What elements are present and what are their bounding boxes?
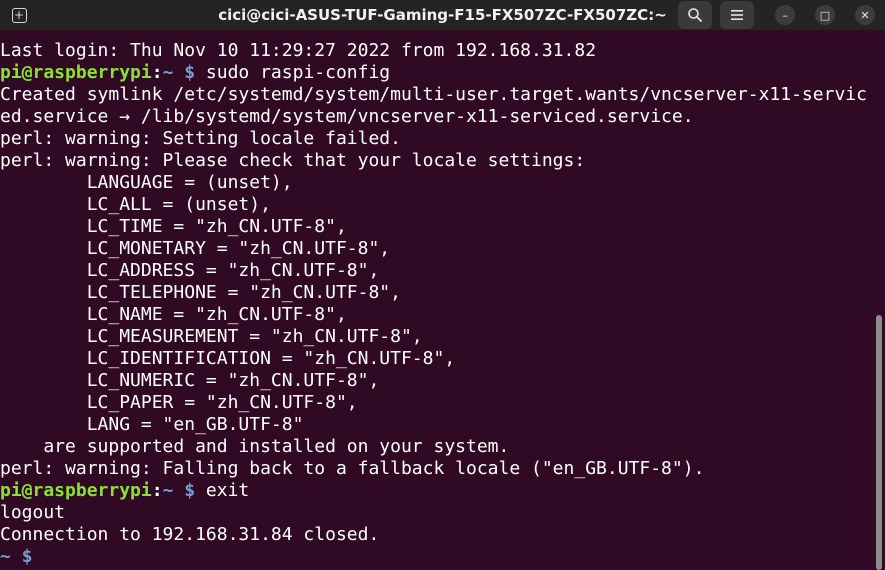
terminal-line: LC_TIME = "zh_CN.UTF-8",: [0, 216, 867, 238]
terminal-line: are supported and installed on your syst…: [0, 436, 867, 458]
line-text: logout: [0, 502, 66, 523]
line-text: LC_ADDRESS = "zh_CN.UTF-8",: [0, 260, 380, 281]
new-tab-icon: +: [11, 7, 27, 23]
terminal-area[interactable]: Last login: Thu Nov 10 11:29:27 2022 fro…: [0, 30, 885, 570]
terminal-line: pi@raspberrypi:~ $ exit: [0, 480, 867, 502]
terminal-output: Last login: Thu Nov 10 11:29:27 2022 fro…: [0, 40, 867, 568]
search-button[interactable]: [678, 1, 712, 29]
line-text: perl: warning: Falling back to a fallbac…: [0, 458, 705, 479]
line-text: LC_TELEPHONE = "zh_CN.UTF-8",: [0, 282, 401, 303]
prompt-path: ~ $: [162, 480, 196, 501]
terminal-line: LC_ADDRESS = "zh_CN.UTF-8",: [0, 260, 867, 282]
line-text: LANGUAGE = (unset),: [0, 172, 293, 193]
prompt-colon: :: [151, 62, 163, 83]
maximize-button[interactable]: □: [815, 5, 835, 25]
terminal-line: LC_TELEPHONE = "zh_CN.UTF-8",: [0, 282, 867, 304]
line-text: LANG = "en_GB.UTF-8": [0, 414, 304, 435]
hamburger-menu-icon: [731, 10, 743, 20]
terminal-line: LC_ALL = (unset),: [0, 194, 867, 216]
line-text: Created symlink /etc/systemd/system/mult…: [0, 84, 867, 105]
terminal-line: LANGUAGE = (unset),: [0, 172, 867, 194]
title-bar: + cici@cici-ASUS-TUF-Gaming-F15-FX507ZC-…: [0, 0, 885, 30]
terminal-line: ed.service → /lib/systemd/system/vncserv…: [0, 106, 867, 128]
line-text: LC_MONETARY = "zh_CN.UTF-8",: [0, 238, 391, 259]
line-text: LC_TIME = "zh_CN.UTF-8",: [0, 216, 347, 237]
search-icon: [688, 8, 702, 22]
terminal-line: ~ $: [0, 546, 867, 568]
new-tab-button[interactable]: +: [4, 2, 34, 28]
line-text: LC_MEASUREMENT = "zh_CN.UTF-8",: [0, 326, 423, 347]
terminal-line: perl: warning: Falling back to a fallbac…: [0, 458, 867, 480]
line-text: Connection to 192.168.31.84 closed.: [0, 524, 380, 545]
prompt-colon: :: [151, 480, 163, 501]
scrollbar[interactable]: [876, 315, 882, 570]
prompt-user: pi@raspberrypi: [0, 62, 152, 83]
terminal-line: LC_PAPER = "zh_CN.UTF-8",: [0, 392, 867, 414]
prompt-path: ~ $: [0, 546, 33, 567]
terminal-line: perl: warning: Please check that your lo…: [0, 150, 867, 172]
terminal-line: logout: [0, 502, 867, 524]
line-text: LC_NAME = "zh_CN.UTF-8",: [0, 304, 347, 325]
terminal-line: pi@raspberrypi:~ $ sudo raspi-config: [0, 62, 867, 84]
terminal-line: LANG = "en_GB.UTF-8": [0, 414, 867, 436]
terminal-line: Connection to 192.168.31.84 closed.: [0, 524, 867, 546]
command-text: sudo raspi-config: [195, 62, 391, 83]
prompt-user: pi@raspberrypi: [0, 480, 152, 501]
terminal-line: perl: warning: Setting locale failed.: [0, 128, 867, 150]
line-text: perl: warning: Setting locale failed.: [0, 128, 401, 149]
line-text: LC_IDENTIFICATION = "zh_CN.UTF-8",: [0, 348, 456, 369]
maximize-icon: □: [819, 8, 831, 22]
line-text: ed.service → /lib/systemd/system/vncserv…: [0, 106, 694, 127]
line-text: perl: warning: Please check that your lo…: [0, 150, 586, 171]
minimize-button[interactable]: –: [775, 5, 795, 25]
line-text: LC_NUMERIC = "zh_CN.UTF-8",: [0, 370, 380, 391]
line-text: are supported and installed on your syst…: [0, 436, 510, 457]
terminal-line: LC_NAME = "zh_CN.UTF-8",: [0, 304, 867, 326]
line-text: Last login: Thu Nov 10 11:29:27 2022 fro…: [0, 40, 597, 61]
terminal-line: Last login: Thu Nov 10 11:29:27 2022 fro…: [0, 40, 867, 62]
command-text: exit: [195, 480, 250, 501]
close-icon: ✕: [860, 8, 870, 22]
line-text: LC_ALL = (unset),: [0, 194, 271, 215]
menu-button[interactable]: [720, 1, 754, 29]
terminal-line: LC_MEASUREMENT = "zh_CN.UTF-8",: [0, 326, 867, 348]
terminal-line: Created symlink /etc/systemd/system/mult…: [0, 84, 867, 106]
line-text: LC_PAPER = "zh_CN.UTF-8",: [0, 392, 358, 413]
terminal-line: LC_MONETARY = "zh_CN.UTF-8",: [0, 238, 867, 260]
terminal-line: LC_IDENTIFICATION = "zh_CN.UTF-8",: [0, 348, 867, 370]
prompt-path: ~ $: [162, 62, 196, 83]
close-button[interactable]: ✕: [855, 5, 875, 25]
minimize-icon: –: [782, 8, 788, 22]
terminal-line: LC_NUMERIC = "zh_CN.UTF-8",: [0, 370, 867, 392]
